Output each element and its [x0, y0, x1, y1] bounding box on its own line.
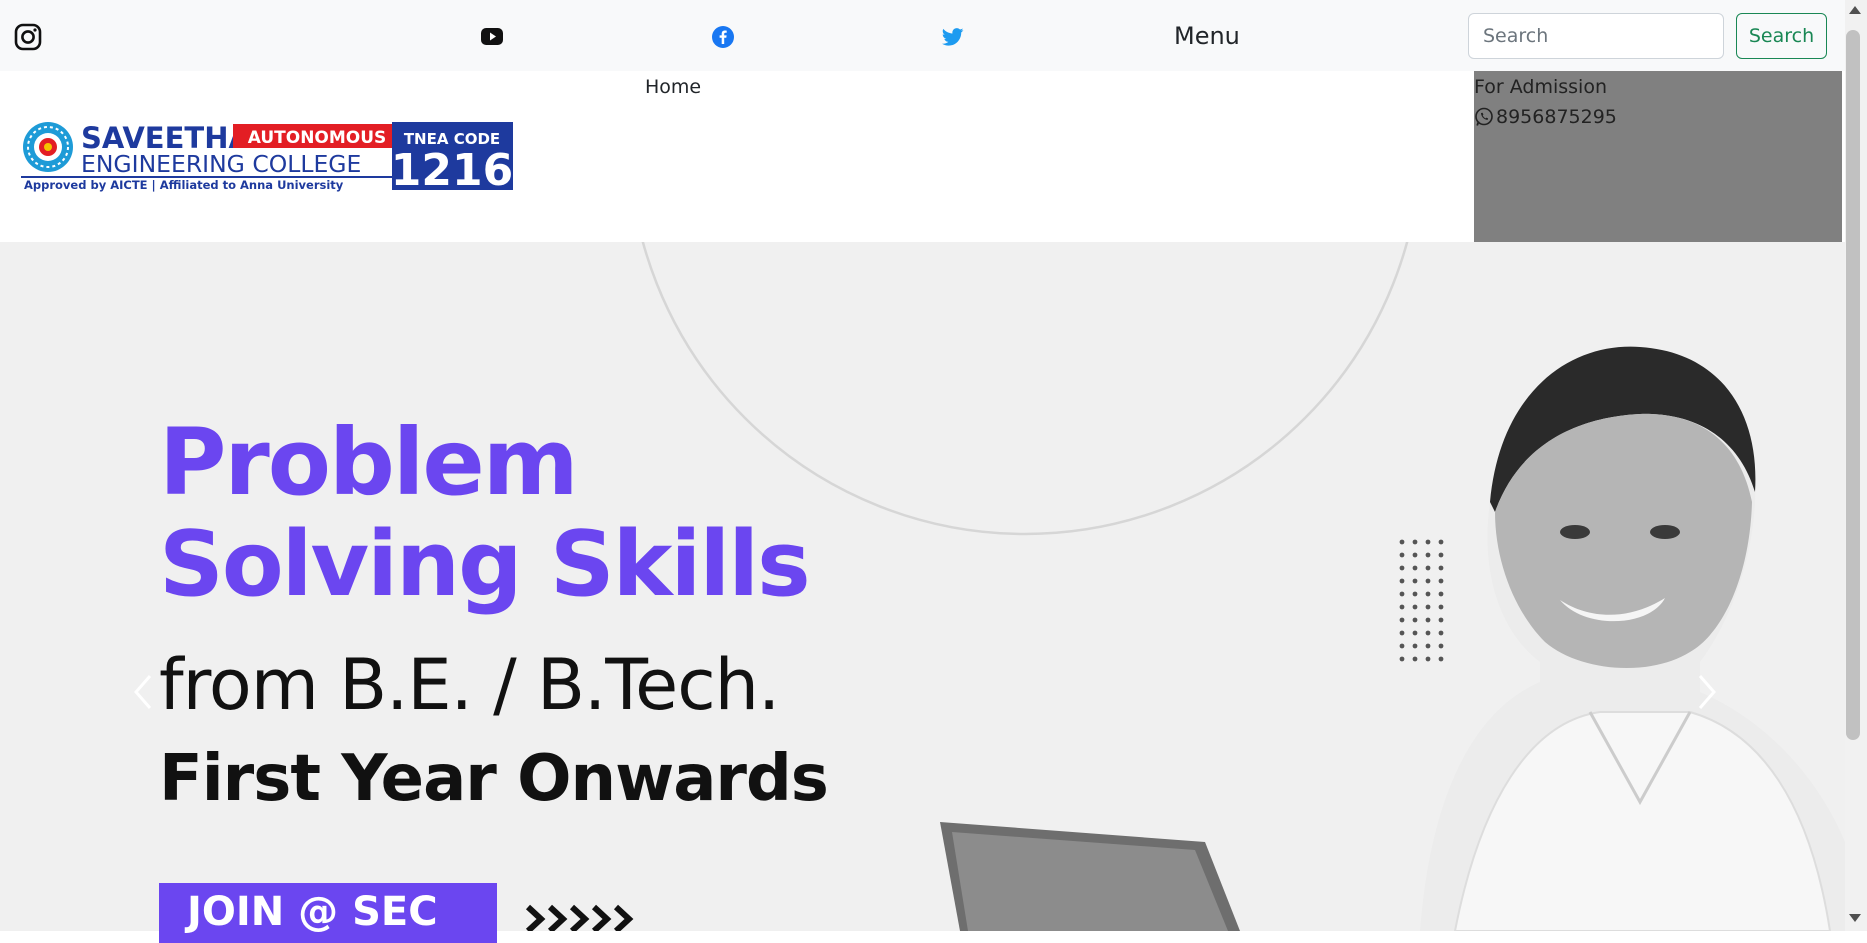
- hero-carousel: Problem Solving Skills from B.E. / B.Tec…: [0, 242, 1845, 931]
- whatsapp-icon: [1475, 107, 1493, 126]
- hero-headline-line2: Solving Skills: [159, 512, 811, 617]
- top-navbar: Menu Search: [0, 0, 1845, 71]
- autonomous-badge: AUTONOMOUS: [248, 128, 387, 148]
- admission-panel: For Admission 8956875295: [1474, 71, 1842, 242]
- facebook-icon[interactable]: [712, 26, 734, 48]
- dot-grid-icon: [1399, 539, 1444, 662]
- join-cta[interactable]: JOIN @ SEC: [159, 883, 497, 943]
- hero-headline-line1: Problem: [159, 409, 579, 516]
- youtube-icon[interactable]: [481, 28, 503, 45]
- carousel-prev-icon[interactable]: [128, 672, 158, 712]
- emblem-icon: [23, 122, 73, 172]
- search-input[interactable]: [1468, 13, 1724, 59]
- admission-phone[interactable]: 8956875295: [1474, 106, 1617, 128]
- carousel-next-icon[interactable]: [1692, 672, 1722, 712]
- twitter-icon[interactable]: [942, 28, 964, 46]
- scrollbar-thumb[interactable]: [1846, 30, 1860, 740]
- tnea-code-value: 1216: [391, 145, 513, 192]
- scroll-down-arrow-icon[interactable]: [1849, 914, 1861, 922]
- admission-label: For Admission: [1474, 76, 1607, 98]
- admission-phone-number: 8956875295: [1496, 106, 1617, 128]
- logo-name-line2: ENGINEERING COLLEGE: [81, 150, 361, 178]
- logo-subline: Approved by AICTE | Affiliated to Anna U…: [24, 178, 344, 192]
- instagram-icon[interactable]: [14, 23, 42, 51]
- menu-toggle[interactable]: Menu: [1174, 22, 1240, 50]
- hero-subline: from B.E. / B.Tech.: [159, 644, 780, 726]
- college-logo[interactable]: SAVEETHA AUTONOMOUS ENGINEERING COLLEGE …: [21, 120, 515, 192]
- scroll-up-arrow-icon[interactable]: [1849, 6, 1861, 14]
- search-button[interactable]: Search: [1736, 13, 1827, 59]
- nav-home-link[interactable]: Home: [645, 76, 701, 98]
- hero-subline-bold: First Year Onwards: [159, 742, 829, 816]
